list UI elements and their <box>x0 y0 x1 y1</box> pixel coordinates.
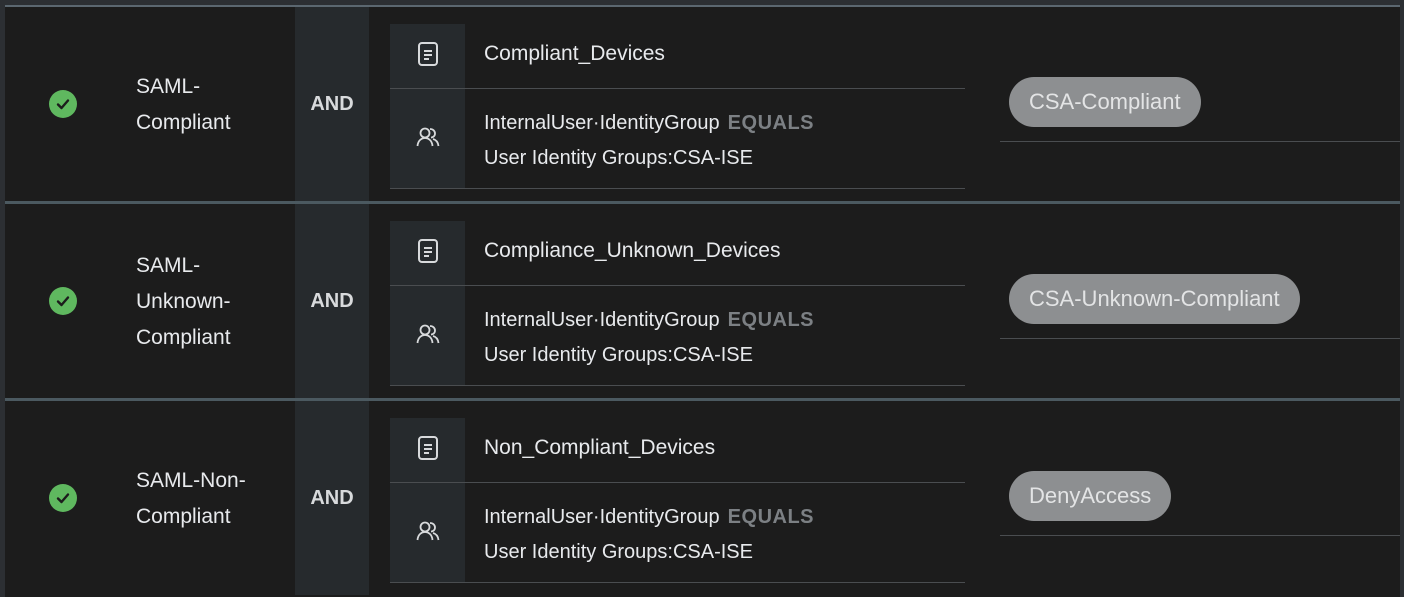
condition-row[interactable]: InternalUser·IdentityGroup EQUALS User Id… <box>390 483 965 583</box>
result-cell: DenyAccess <box>1000 471 1400 536</box>
condition-row[interactable]: Non_Compliant_Devices <box>390 418 965 483</box>
operator-label: AND <box>310 487 354 509</box>
result-profile-pill[interactable]: CSA-Unknown-Compliant <box>1009 274 1300 324</box>
condition-name: Compliance_Unknown_Devices <box>484 239 781 262</box>
rule-name-line: Compliant <box>136 111 231 134</box>
user-group-icon <box>414 320 442 348</box>
condition-row[interactable]: Compliant_Devices <box>390 24 965 89</box>
result-cell: CSA-Compliant <box>1000 77 1400 142</box>
condition-row[interactable]: Compliance_Unknown_Devices <box>390 221 965 286</box>
rule-name: SAML- Unknown- Compliant <box>136 248 286 356</box>
document-icon <box>414 434 442 462</box>
condition-attribute: InternalUser·IdentityGroup EQUALS User Id… <box>484 303 814 373</box>
operator-label: AND <box>310 93 354 115</box>
operator-column: AND <box>295 7 369 201</box>
status-check-icon <box>49 287 77 315</box>
condition-attribute: InternalUser·IdentityGroup EQUALS User Id… <box>484 500 814 570</box>
operator-label: AND <box>310 290 354 312</box>
policy-rule-row[interactable]: SAML- Unknown- Compliant AND Compliance_… <box>5 204 1400 398</box>
condition-row[interactable]: InternalUser·IdentityGroup EQUALS User Id… <box>390 89 965 189</box>
rule-name-line: Compliant <box>136 505 231 528</box>
rule-name: SAML- Compliant <box>136 69 286 141</box>
status-check-icon <box>49 90 77 118</box>
rule-name-line: SAML- <box>136 254 201 277</box>
attribute-name: InternalUser·IdentityGroup <box>484 309 720 331</box>
rule-name-line: SAML-Non- <box>136 469 246 492</box>
rule-name-line: Compliant <box>136 326 231 349</box>
document-icon <box>414 237 442 265</box>
operator-column: AND <box>295 401 369 595</box>
status-check-icon <box>49 484 77 512</box>
result-profile-pill[interactable]: DenyAccess <box>1009 471 1172 521</box>
policy-rules-table: SAML- Compliant AND Compliant_Devices In… <box>5 5 1400 597</box>
document-icon <box>414 40 442 68</box>
policy-rule-row[interactable]: SAML-Non- Compliant AND Non_Compliant_De… <box>5 401 1400 595</box>
condition-row[interactable]: InternalUser·IdentityGroup EQUALS User Id… <box>390 286 965 386</box>
condition-block[interactable]: Compliant_Devices InternalUser·IdentityG… <box>390 24 965 189</box>
policy-rule-row[interactable]: SAML- Compliant AND Compliant_Devices In… <box>5 7 1400 201</box>
user-group-icon <box>414 123 442 151</box>
comparison-operator: EQUALS <box>727 506 815 528</box>
result-cell: CSA-Unknown-Compliant <box>1000 274 1400 339</box>
condition-name: Non_Compliant_Devices <box>484 436 716 459</box>
comparison-operator: EQUALS <box>727 112 815 134</box>
rule-name: SAML-Non- Compliant <box>136 463 286 535</box>
attribute-value: User Identity Groups:CSA-ISE <box>484 541 753 563</box>
attribute-value: User Identity Groups:CSA-ISE <box>484 344 753 366</box>
condition-name: Compliant_Devices <box>484 42 665 65</box>
operator-column: AND <box>295 204 369 398</box>
attribute-name: InternalUser·IdentityGroup <box>484 112 720 134</box>
condition-attribute: InternalUser·IdentityGroup EQUALS User Id… <box>484 106 814 176</box>
result-profile-pill[interactable]: CSA-Compliant <box>1009 77 1201 127</box>
rule-name-line: SAML- <box>136 75 201 98</box>
user-group-icon <box>414 517 442 545</box>
comparison-operator: EQUALS <box>727 309 815 331</box>
attribute-value: User Identity Groups:CSA-ISE <box>484 147 753 169</box>
condition-block[interactable]: Compliance_Unknown_Devices InternalUser·… <box>390 221 965 386</box>
rule-name-line: Unknown- <box>136 290 231 313</box>
attribute-name: InternalUser·IdentityGroup <box>484 506 720 528</box>
condition-block[interactable]: Non_Compliant_Devices InternalUser·Ident… <box>390 418 965 583</box>
